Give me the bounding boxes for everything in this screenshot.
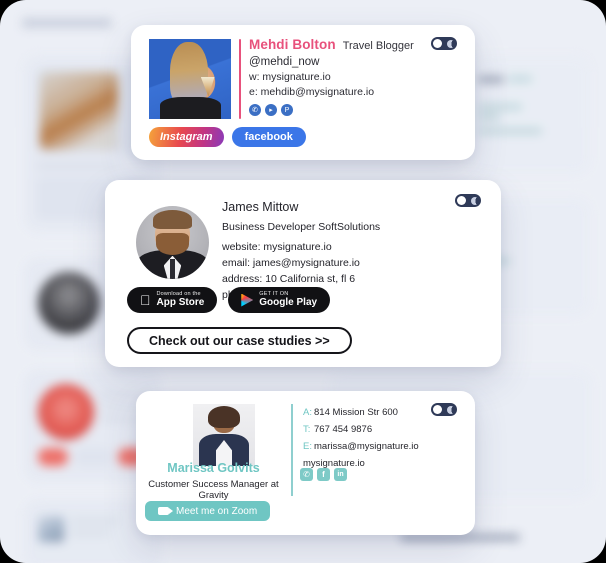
background-photo xyxy=(40,72,118,150)
background-text-line xyxy=(36,163,118,169)
avatar-beard-shape xyxy=(155,233,190,255)
google-play-button[interactable]: GET IT ON Google Play xyxy=(228,287,331,313)
social-icon-row: ✆ f in xyxy=(300,468,347,481)
profile-email: e: mehdib@mysignature.io xyxy=(249,86,375,98)
background-text-line xyxy=(508,76,532,82)
contact-details: A: 814 Mission Str 600 T: 767 454 9876 E… xyxy=(303,407,419,469)
signature-card-james-mittow[interactable]: James Mittow Business Developer SoftSolu… xyxy=(105,180,501,367)
profile-role: Business Developer SoftSolutions xyxy=(222,221,381,233)
pinterest-icon[interactable]: P xyxy=(281,104,293,116)
background-pill xyxy=(38,448,68,466)
facebook-icon[interactable]: f xyxy=(317,468,330,481)
photo-hair-shape xyxy=(207,405,241,429)
facebook-button[interactable]: facebook xyxy=(231,127,306,147)
background-text-line xyxy=(478,104,522,110)
vertical-divider xyxy=(291,404,293,496)
signature-card-mehdi-bolton[interactable]: Mehdi Bolton Travel Blogger @mehdi_now w… xyxy=(131,25,475,160)
moon-icon xyxy=(447,405,455,414)
moon-icon xyxy=(447,39,455,48)
avatar-tie-shape xyxy=(169,258,176,279)
google-play-sub: GET IT ON xyxy=(248,291,288,297)
app-window: Mehdi Bolton Travel Blogger @mehdi_now w… xyxy=(0,0,606,563)
background-text-line xyxy=(478,114,500,120)
contact-row-address: A: 814 Mission Str 600 xyxy=(303,407,419,418)
photo-shirt-shape xyxy=(160,96,222,119)
profile-role: Customer Success Manager at Gravity xyxy=(148,479,279,501)
profile-info: James Mittow Business Developer SoftSolu… xyxy=(222,200,380,301)
profile-photo xyxy=(149,39,231,119)
contact-row-phone: T: 767 454 9876 xyxy=(303,424,419,435)
profile-name: Mehdi Bolton xyxy=(249,37,336,52)
social-icon-row: ✆ ▸ P xyxy=(249,104,414,116)
background-text-line xyxy=(70,518,118,524)
google-play-icon xyxy=(241,293,254,307)
dark-mode-toggle[interactable] xyxy=(431,37,457,50)
profile-handle: @mehdi_now xyxy=(249,56,320,68)
background-text-line xyxy=(478,76,504,83)
address-key: A: xyxy=(303,407,312,418)
background-avatar xyxy=(38,272,100,334)
phone-key: T: xyxy=(303,424,311,435)
profile-avatar xyxy=(136,206,209,279)
app-badge-row:  Download on the App Store GET IT ON Go… xyxy=(127,287,331,313)
vertical-divider xyxy=(239,39,241,119)
twitter-icon[interactable]: ✆ xyxy=(249,104,261,116)
profile-name: Marissa Golvits xyxy=(167,461,260,475)
profile-info: Mehdi Bolton Travel Blogger @mehdi_now w… xyxy=(249,37,414,116)
instagram-button[interactable]: Instagram xyxy=(149,127,224,147)
apple-icon:  xyxy=(140,293,151,307)
background-photo xyxy=(38,516,64,542)
twitter-icon[interactable]: ✆ xyxy=(300,468,313,481)
background-text-line xyxy=(400,534,520,541)
profile-website: w: mysignature.io xyxy=(249,71,331,83)
toggle-knob xyxy=(457,196,466,205)
toggle-knob xyxy=(433,405,442,414)
video-camera-icon xyxy=(158,507,173,515)
meet-on-zoom-button[interactable]: Meet me on Zoom xyxy=(145,501,271,521)
profile-email: email: james@mysignature.io xyxy=(222,257,360,269)
photo-hair-shape xyxy=(170,42,209,105)
background-pill xyxy=(74,448,112,466)
email-key: E: xyxy=(303,441,312,452)
dark-mode-toggle[interactable] xyxy=(431,403,457,416)
app-store-sub: Download on the xyxy=(146,291,201,297)
profile-role: Travel Blogger xyxy=(342,40,414,52)
email-value: marissa@mysignature.io xyxy=(314,441,419,452)
app-store-main: App Store xyxy=(146,296,205,308)
linkedin-icon[interactable]: in xyxy=(334,468,347,481)
background-avatar xyxy=(38,384,94,440)
google-play-main: Google Play xyxy=(248,296,317,308)
meet-on-zoom-label: Meet me on Zoom xyxy=(176,505,258,517)
phone-value: 767 454 9876 xyxy=(314,424,373,435)
contact-row-email: E: marissa@mysignature.io xyxy=(303,441,419,452)
app-store-button[interactable]:  Download on the App Store xyxy=(127,287,218,313)
dark-mode-toggle[interactable] xyxy=(455,194,481,207)
youtube-icon[interactable]: ▸ xyxy=(265,104,277,116)
profile-address: address: 10 California st, fl 6 xyxy=(222,273,356,285)
address-value: 814 Mission Str 600 xyxy=(314,407,398,418)
social-button-row: Instagram facebook xyxy=(149,127,306,147)
profile-name: James Mittow xyxy=(222,200,299,214)
background-text-line xyxy=(70,530,110,536)
profile-photo xyxy=(193,404,255,466)
moon-icon xyxy=(471,196,479,205)
toggle-knob xyxy=(433,39,442,48)
signature-card-marissa-golvits[interactable]: Marissa Golvits Customer Success Manager… xyxy=(136,391,475,535)
background-text-line xyxy=(478,128,542,134)
background-page-title xyxy=(22,18,112,28)
case-studies-button[interactable]: Check out our case studies >> xyxy=(127,327,352,354)
avatar-hair-shape xyxy=(152,210,193,230)
profile-website: website: mysignature.io xyxy=(222,241,332,253)
